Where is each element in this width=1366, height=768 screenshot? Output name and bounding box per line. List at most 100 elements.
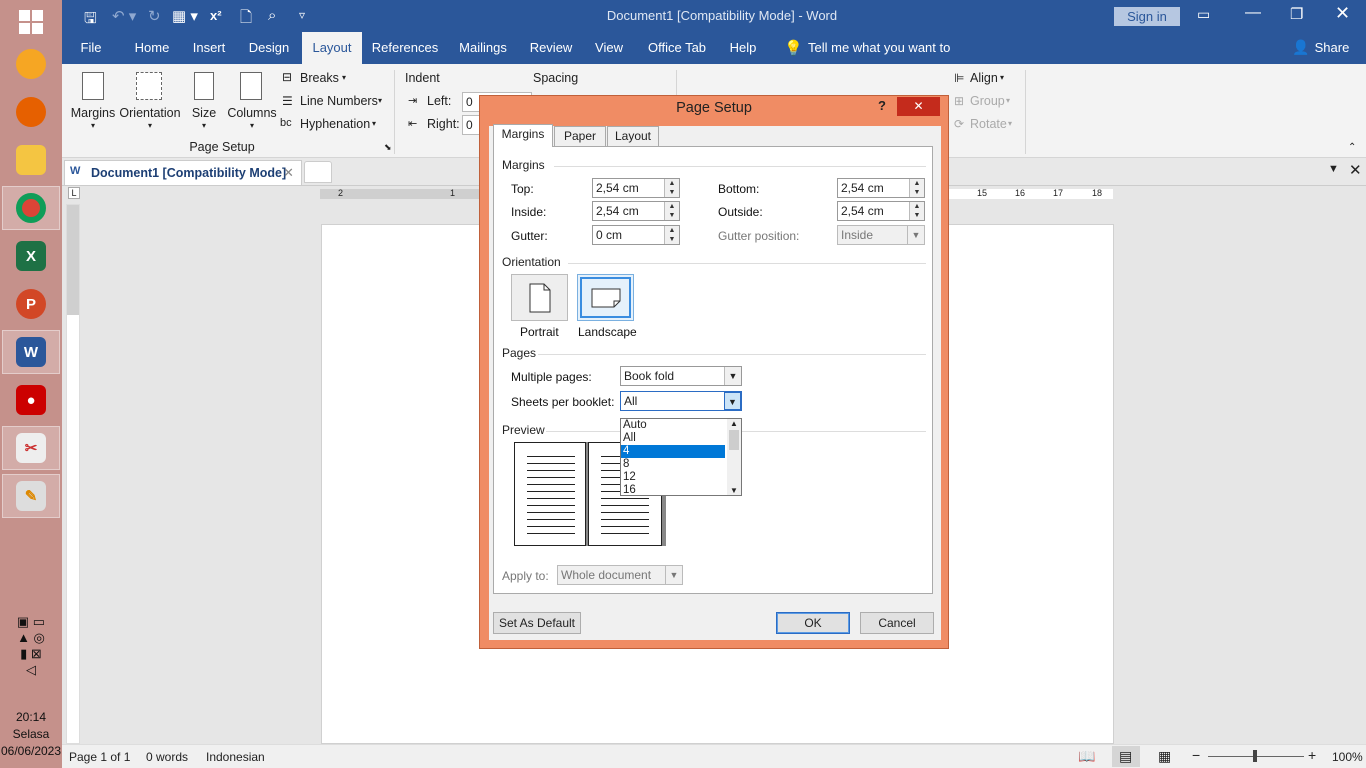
columns-button[interactable]: Columns [224, 106, 280, 120]
tab-review[interactable]: Review [526, 32, 576, 64]
print-layout-button[interactable]: ▤ [1112, 746, 1140, 767]
ok-button[interactable]: OK [776, 612, 850, 634]
gutter-input[interactable]: 0 cm ▲ ▼ [592, 225, 680, 245]
taskbar-recorder[interactable]: ● [2, 378, 60, 422]
table-icon[interactable]: ▦ ▾ [172, 7, 198, 25]
scroll-thumb[interactable] [729, 430, 739, 450]
bottom-margin-input[interactable]: 2,54 cm ▲ ▼ [837, 178, 925, 198]
document-tab[interactable]: W Document1 [Compatibility Mode] ✕ [64, 160, 302, 185]
cancel-button[interactable]: Cancel [860, 612, 934, 634]
sign-in-button[interactable]: Sign in [1114, 7, 1180, 26]
scroll-up-icon[interactable]: ▲ [727, 419, 741, 428]
taskbar-firefox[interactable] [2, 90, 60, 134]
taskbar-word[interactable]: W [2, 330, 60, 374]
maximize-button[interactable]: ❐ [1290, 5, 1303, 23]
tab-office-tab[interactable]: Office Tab [642, 32, 712, 64]
print-preview-icon[interactable]: ⌕ [268, 7, 276, 24]
tab-home[interactable]: Home [126, 32, 178, 64]
option-12[interactable]: 12 [621, 471, 725, 484]
save-icon[interactable]: 🖫 [84, 8, 97, 33]
multiple-pages-select[interactable]: Book fold ▼ [620, 366, 742, 386]
hyphenation-button[interactable]: Hyphenation [300, 117, 370, 131]
page-count[interactable]: Page 1 of 1 [69, 750, 130, 764]
taskbar-chrome[interactable] [2, 186, 60, 230]
page-setup-launcher-icon[interactable]: ⬊ [384, 142, 392, 153]
option-4[interactable]: 4 [621, 445, 725, 458]
start-button[interactable] [2, 0, 60, 44]
option-all[interactable]: All [621, 432, 725, 445]
option-16[interactable]: 16 [621, 484, 725, 497]
orientation-button[interactable]: Orientation [118, 106, 182, 120]
collapse-ribbon-icon[interactable]: ⌃ [1348, 142, 1356, 153]
new-tab-button[interactable] [304, 161, 332, 183]
inside-margin-input[interactable]: 2,54 cm ▲ ▼ [592, 201, 680, 221]
taskbar-explorer[interactable] [2, 138, 60, 182]
tab-references[interactable]: References [370, 32, 440, 64]
customize-qat-icon[interactable]: ▿ [299, 8, 305, 22]
tab-view[interactable]: View [588, 32, 630, 64]
tab-insert[interactable]: Insert [186, 32, 232, 64]
line-numbers-button[interactable]: Line Numbers [300, 94, 378, 108]
read-mode-icon[interactable]: 📖 [1078, 748, 1095, 765]
help-button[interactable]: ? [878, 98, 886, 113]
superscript-icon[interactable]: x² [210, 8, 222, 23]
taskbar-paint[interactable]: ✎ [2, 474, 60, 518]
close-tab-icon[interactable]: ✕ [283, 165, 294, 181]
taskbar-powerpoint[interactable]: P [2, 282, 60, 326]
zoom-in-icon[interactable]: + [1308, 747, 1316, 763]
tab-layout-dialog[interactable]: Layout [607, 126, 659, 146]
taskbar-app-1[interactable] [2, 42, 60, 86]
size-button[interactable]: Size [186, 106, 222, 120]
breaks-button[interactable]: Breaks [300, 71, 339, 85]
new-doc-icon[interactable]: 🗋 [240, 7, 252, 32]
tell-me-box[interactable]: Tell me what you want to do [808, 32, 968, 87]
option-8[interactable]: 8 [621, 458, 725, 471]
group-button[interactable]: Group [970, 94, 1005, 108]
close-button[interactable]: ✕ [1335, 3, 1350, 24]
taskbar-excel[interactable]: X [2, 234, 60, 278]
outside-margin-input[interactable]: 2,54 cm ▲ ▼ [837, 201, 925, 221]
word-count[interactable]: 0 words [146, 750, 188, 764]
apply-to-select[interactable]: Whole document ▼ [557, 565, 683, 585]
minimize-button[interactable]: — [1245, 4, 1261, 22]
align-button[interactable]: Align [970, 71, 998, 85]
tab-layout[interactable]: Layout [302, 32, 362, 64]
dialog-close-button[interactable]: ✕ [897, 97, 940, 116]
option-auto[interactable]: Auto [621, 419, 725, 432]
tab-mailings[interactable]: Mailings [452, 32, 514, 64]
rotate-button[interactable]: Rotate [970, 117, 1007, 131]
redo-icon[interactable]: ↻ [148, 7, 161, 25]
zoom-slider-thumb[interactable] [1253, 750, 1257, 762]
tab-margins[interactable]: Margins [493, 124, 553, 147]
web-layout-icon[interactable]: ▦ [1158, 748, 1171, 765]
gutter-position-select[interactable]: Inside ▼ [837, 225, 925, 245]
top-spin-icon[interactable]: ▲ ▼ [664, 179, 679, 197]
tray-icons[interactable]: ▣ ▭ ▲ ◎ ▮ ⊠ ◁ [0, 614, 62, 678]
tab-file[interactable]: File [72, 32, 110, 64]
taskbar-snipping[interactable]: ✂ [2, 426, 60, 470]
dropdown-scrollbar[interactable]: ▲ ▼ [727, 419, 741, 495]
top-margin-input[interactable]: 2,54 cm ▲ ▼ [592, 178, 680, 198]
tab-help[interactable]: Help [724, 32, 762, 64]
margins-button[interactable]: Margins [68, 106, 118, 120]
portrait-button[interactable] [511, 274, 568, 321]
tab-paper[interactable]: Paper [554, 126, 606, 146]
sheets-per-booklet-select[interactable]: All ▼ [620, 391, 742, 411]
language-indicator[interactable]: Indonesian [206, 750, 265, 764]
zoom-level[interactable]: 100% [1332, 750, 1363, 764]
vertical-ruler[interactable] [66, 204, 80, 744]
tab-design[interactable]: Design [242, 32, 296, 64]
close-doc-icon[interactable]: ✕ [1349, 161, 1362, 179]
outside-spin-icon[interactable]: ▲ ▼ [909, 202, 924, 220]
clock-time[interactable]: 20:14 [0, 710, 62, 724]
zoom-out-icon[interactable]: − [1192, 747, 1200, 763]
landscape-button[interactable] [577, 274, 634, 321]
bottom-spin-icon[interactable]: ▲ ▼ [909, 179, 924, 197]
scroll-down-icon[interactable]: ▼ [727, 486, 741, 495]
inside-spin-icon[interactable]: ▲ ▼ [664, 202, 679, 220]
share-button[interactable]: Share [1312, 32, 1352, 64]
set-as-default-button[interactable]: Set As Default [493, 612, 581, 634]
undo-icon[interactable]: ↶ ▾ [112, 7, 136, 25]
ribbon-display-icon[interactable]: ▭ [1197, 6, 1210, 23]
tab-list-icon[interactable]: ▼ [1328, 163, 1339, 175]
